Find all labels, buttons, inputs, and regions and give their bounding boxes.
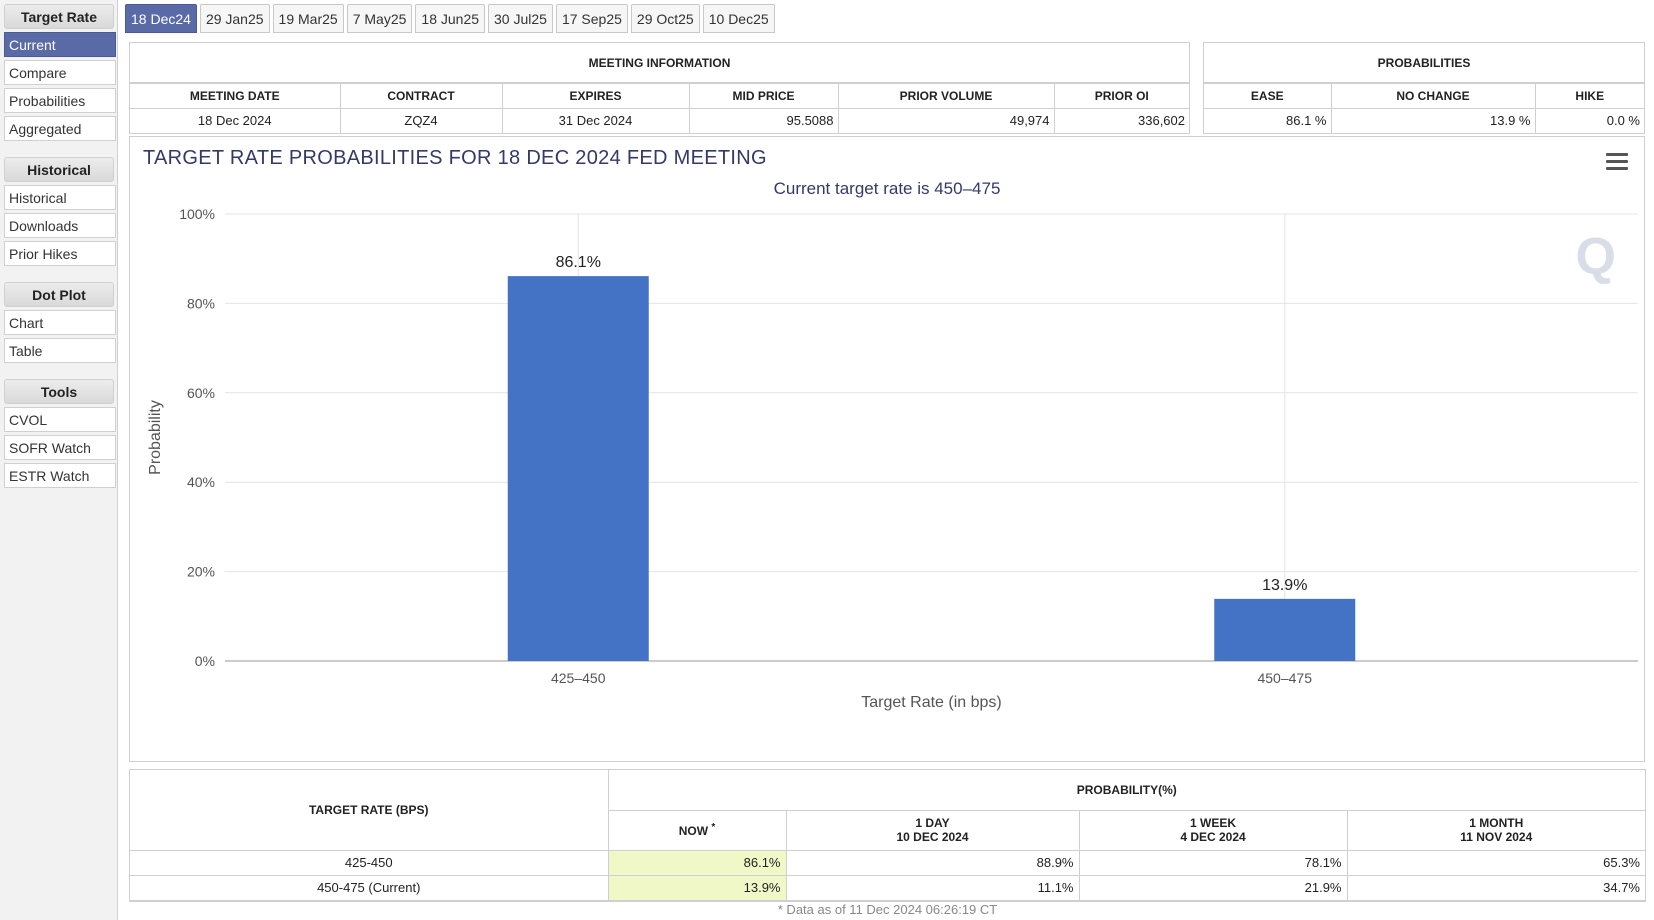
tab-meeting[interactable]: 29 Jan25	[199, 4, 270, 33]
y-tick-label: 40%	[187, 474, 215, 490]
sidebar-item-probabilities[interactable]: Probabilities	[4, 88, 116, 113]
header-probability-group: PROBABILITY(%)	[607, 770, 1645, 811]
header-1-day: 1 DAY 10 DEC 2024	[785, 809, 1080, 851]
x-tick-label: 425–450	[551, 670, 606, 686]
meeting-information-panel: MEETING INFORMATION MEETING DATE CONTRAC…	[129, 42, 1190, 134]
meeting-tabs: 18 Dec24 29 Jan25 19 Mar25 7 May25 18 Ju…	[125, 4, 778, 34]
expires-value: 31 Dec 2024	[501, 108, 690, 133]
week-cell: 21.9%	[1078, 874, 1348, 901]
day-cell: 88.9%	[785, 849, 1080, 876]
prior-oi-value: 336,602	[1053, 108, 1189, 133]
header-prior-volume: PRIOR VOLUME	[837, 83, 1055, 109]
probability-chart: 0% 20% 40% 60% 80% 100% 86.1% 425–450 13.9% 450–4…	[129, 136, 1645, 762]
table-row: 450-475 (Current) 13.9% 11.1% 21.9% 34.7…	[130, 874, 1645, 901]
sidebar-heading-tools: Tools	[4, 379, 114, 404]
mid-price-value: 95.5088	[688, 108, 839, 133]
probabilities-table: EASE NO CHANGE HIKE 86.1 % 13.9 % 0.0 %	[1204, 83, 1644, 133]
y-tick-label: 80%	[187, 295, 215, 311]
header-mid-price: MID PRICE	[688, 83, 839, 109]
header-no-change: NO CHANGE	[1330, 83, 1536, 109]
y-tick-label: 0%	[195, 653, 215, 669]
sidebar: Target Rate Current Compare Probabilitie…	[0, 0, 118, 920]
table-row: 425-450 86.1% 88.9% 78.1% 65.3%	[130, 849, 1645, 876]
month-cell: 34.7%	[1346, 874, 1645, 901]
ease-value: 86.1 %	[1204, 108, 1332, 133]
day-cell: 11.1%	[785, 874, 1080, 901]
probability-history-panel: TARGET RATE (BPS) PROBABILITY(%) NOW * 1…	[129, 769, 1646, 902]
x-tick-label: 450–475	[1257, 670, 1312, 686]
chart-title: TARGET RATE PROBABILITIES FOR 18 DEC 202…	[143, 147, 767, 169]
tab-meeting[interactable]: 18 Dec24	[125, 4, 197, 33]
header-expires: EXPIRES	[501, 83, 690, 109]
bar	[507, 276, 649, 661]
sidebar-item-chart[interactable]: Chart	[4, 310, 116, 335]
sidebar-item-sofr-watch[interactable]: SOFR Watch	[4, 435, 116, 460]
chart-menu-icon[interactable]	[1606, 153, 1628, 171]
sidebar-item-downloads[interactable]: Downloads	[4, 213, 116, 238]
sidebar-item-current[interactable]: Current	[4, 32, 116, 57]
sidebar-item-cvol[interactable]: CVOL	[4, 407, 116, 432]
q-logo-watermark-icon: Q	[1575, 228, 1616, 286]
rate-cell: 450-475 (Current)	[130, 874, 609, 901]
y-tick-label: 60%	[187, 385, 215, 401]
tab-meeting[interactable]: 7 May25	[346, 4, 413, 33]
header-now: NOW *	[608, 809, 787, 851]
header-target-rate-bps: TARGET RATE (BPS)	[130, 770, 609, 851]
header-contract: CONTRACT	[339, 83, 503, 109]
x-axis-title: Target Rate (in bps)	[861, 694, 1002, 711]
probability-history-table: TARGET RATE (BPS) PROBABILITY(%) NOW * 1…	[130, 770, 1645, 901]
month-cell: 65.3%	[1346, 849, 1645, 876]
y-tick-label: 100%	[179, 206, 215, 222]
tab-meeting[interactable]: 30 Jul25	[488, 4, 553, 33]
meeting-information-table: MEETING DATE CONTRACT EXPIRES MID PRICE …	[130, 83, 1189, 133]
chart-plot: 0% 20% 40% 60% 80% 100% 86.1% 425–450 13.9% 450–4…	[147, 206, 1638, 711]
meeting-information-title: MEETING INFORMATION	[130, 43, 1189, 83]
sidebar-item-historical[interactable]: Historical	[4, 185, 116, 210]
header-meeting-date: MEETING DATE	[130, 83, 341, 109]
tab-meeting[interactable]: 18 Jun25	[415, 4, 486, 33]
now-cell: 86.1%	[607, 849, 787, 876]
header-ease: EASE	[1204, 83, 1332, 109]
data-label: 13.9%	[1262, 577, 1307, 594]
data-label: 86.1%	[556, 254, 601, 271]
tab-meeting[interactable]: 17 Sep25	[555, 4, 628, 33]
tab-meeting[interactable]: 29 Oct25	[630, 4, 700, 33]
bar	[1214, 598, 1356, 661]
meeting-date-value: 18 Dec 2024	[130, 108, 341, 133]
header-1-month: 1 MONTH 11 NOV 2024	[1346, 809, 1645, 851]
probabilities-panel: PROBABILITIES EASE NO CHANGE HIKE 86.1 %…	[1203, 42, 1645, 134]
sidebar-item-compare[interactable]: Compare	[4, 60, 116, 85]
sidebar-heading-target-rate: Target Rate	[4, 4, 114, 29]
probabilities-title: PROBABILITIES	[1204, 43, 1644, 83]
sidebar-item-estr-watch[interactable]: ESTR Watch	[4, 463, 116, 488]
rate-cell: 425-450	[130, 849, 609, 876]
y-tick-label: 20%	[187, 564, 215, 580]
chart-subtitle: Current target rate is 450–475	[773, 179, 1001, 198]
week-cell: 78.1%	[1078, 849, 1348, 876]
prior-volume-value: 49,974	[837, 108, 1055, 133]
header-hike: HIKE	[1534, 83, 1644, 109]
header-prior-oi: PRIOR OI	[1053, 83, 1189, 109]
hike-value: 0.0 %	[1534, 108, 1644, 133]
sidebar-item-table[interactable]: Table	[4, 338, 116, 363]
sidebar-item-prior-hikes[interactable]: Prior Hikes	[4, 241, 116, 266]
tab-meeting[interactable]: 19 Mar25	[272, 4, 344, 33]
contract-value: ZQZ4	[339, 108, 503, 133]
data-timestamp-note: * Data as of 11 Dec 2024 06:26:19 CT	[777, 902, 998, 917]
sidebar-heading-historical: Historical	[4, 157, 114, 182]
header-1-week: 1 WEEK 4 DEC 2024	[1078, 809, 1348, 851]
y-axis-title: Probability	[147, 400, 164, 475]
sidebar-item-aggregated[interactable]: Aggregated	[4, 116, 116, 141]
tab-meeting[interactable]: 10 Dec25	[702, 4, 775, 33]
now-cell: 13.9%	[607, 874, 787, 901]
sidebar-heading-dot-plot: Dot Plot	[4, 282, 114, 307]
no-change-value: 13.9 %	[1330, 108, 1536, 133]
